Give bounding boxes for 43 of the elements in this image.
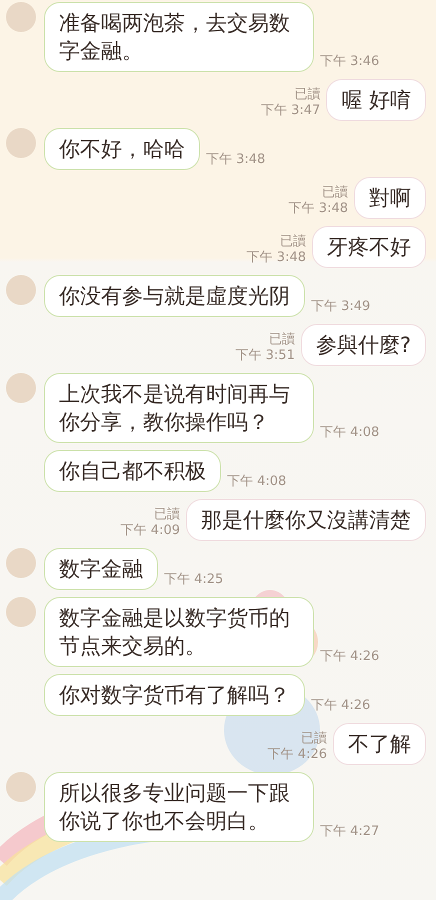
message-bubble: 你对数字货币有了解吗？ xyxy=(44,674,305,716)
timestamp: 下午 3:48 xyxy=(246,250,306,266)
avatar[interactable] xyxy=(6,275,36,305)
timestamp: 下午 3:51 xyxy=(236,348,295,364)
timestamp: 下午 3:48 xyxy=(288,201,348,217)
message-bubble: 数字金融 xyxy=(44,548,158,590)
timestamp: 下午 4:26 xyxy=(311,698,370,714)
message-bubble: 那是什麼你又沒講清楚 xyxy=(186,499,426,541)
timestamp: 下午 4:08 xyxy=(227,474,286,490)
message-bubble: 對啊 xyxy=(354,177,426,219)
timestamp: 下午 4:26 xyxy=(268,747,327,763)
message-bubble: 你没有参与就是虛度光阴 xyxy=(44,275,305,317)
avatar[interactable] xyxy=(6,2,36,32)
message-bubble: 不了解 xyxy=(333,723,426,765)
timestamp: 下午 3:46 xyxy=(320,54,380,70)
timestamp: 下午 4:08 xyxy=(320,425,380,441)
avatar[interactable] xyxy=(6,128,36,158)
avatar[interactable] xyxy=(6,772,36,802)
timestamp: 下午 3:47 xyxy=(260,103,320,119)
read-receipt: 已讀 xyxy=(301,731,327,747)
message-bubble: 所以很多专业问题一下跟你说了你也不会明白。 xyxy=(44,772,314,842)
timestamp: 下午 3:49 xyxy=(311,299,370,315)
timestamp: 下午 4:25 xyxy=(164,572,224,588)
avatar[interactable] xyxy=(6,597,36,627)
read-receipt: 已讀 xyxy=(280,234,306,250)
timestamp: 下午 4:26 xyxy=(320,649,380,665)
message-bubble: 喔 好唷 xyxy=(326,79,426,121)
read-receipt: 已讀 xyxy=(322,185,348,201)
read-receipt: 已讀 xyxy=(268,332,295,348)
timestamp: 下午 3:48 xyxy=(206,152,266,168)
message-bubble: 上次我不是说有时间再与你分享，教你操作吗？ xyxy=(44,373,314,443)
message-bubble: 数字金融是以数字货币的节点来交易的。 xyxy=(44,597,314,667)
message-bubble: 你自己都不积极 xyxy=(44,450,221,492)
message-bubble: 牙疼不好 xyxy=(312,226,426,268)
avatar[interactable] xyxy=(6,548,36,578)
timestamp: 下午 4:27 xyxy=(320,824,380,840)
message-bubble: 参與什麼? xyxy=(300,324,426,366)
read-receipt: 已讀 xyxy=(294,87,320,103)
read-receipt: 已讀 xyxy=(154,507,180,523)
avatar[interactable] xyxy=(6,373,36,403)
message-bubble: 你不好，哈哈 xyxy=(44,128,200,170)
message-bubble: 准备喝两泡茶，去交易数字金融。 xyxy=(44,2,314,72)
timestamp: 下午 4:09 xyxy=(120,523,180,539)
